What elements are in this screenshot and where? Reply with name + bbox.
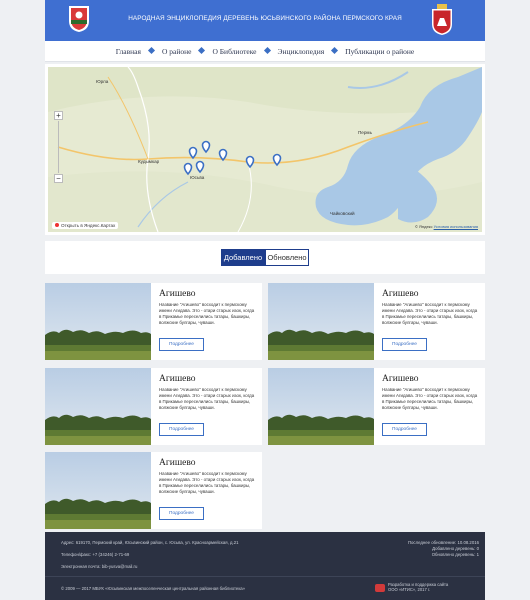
footer-divider xyxy=(45,576,485,577)
village-card: Агишево Название "Агишево" восходит к пер… xyxy=(268,283,485,360)
nav-separator-icon xyxy=(147,46,156,55)
open-in-yandex-maps-link[interactable]: Открыть в Яндекс.Картах xyxy=(52,222,119,229)
perm-krai-coat-of-arms-icon xyxy=(431,4,453,36)
tab-updated[interactable]: Обновлено xyxy=(265,249,309,266)
site-footer: Адрес: 619170, Пермский край, Юсьвинский… xyxy=(45,532,485,600)
nav-item-home[interactable]: Главная xyxy=(116,47,141,56)
village-card: Агишево Название "Агишево" восходит к пер… xyxy=(268,368,485,445)
open-link-label: Открыть в Яндекс.Картах xyxy=(61,223,116,228)
footer-email[interactable]: Электронная почта: bib-yusva@mail.ru xyxy=(61,564,137,569)
yandex-pin-icon xyxy=(55,223,59,227)
developer-line-2: ООО «ИТИС», 2017 г. xyxy=(388,587,431,592)
village-title: Агишево xyxy=(159,458,196,468)
village-description: Название "Агишево" восходит к пермскому … xyxy=(159,387,255,410)
map-label-north: Юрла xyxy=(96,79,109,84)
nav-item-publications[interactable]: Публикации о районе xyxy=(345,47,414,56)
footer-phone: Телефон/факс: +7 (34246) 2-71-69 xyxy=(61,552,130,557)
more-button[interactable]: Подробнее xyxy=(382,338,427,351)
more-button[interactable]: Подробнее xyxy=(159,507,204,520)
map-attribution: © Яндекс Условия использования xyxy=(415,224,478,229)
more-button[interactable]: Подробнее xyxy=(382,423,427,436)
nav-separator-icon xyxy=(331,46,339,55)
more-button[interactable]: Подробнее xyxy=(159,338,204,351)
zoom-out-button[interactable]: − xyxy=(54,174,63,183)
map-zoom-control: + − xyxy=(54,111,63,183)
map-label-southeast: Чайковский xyxy=(330,211,355,216)
tabs-card: Добавлено Обновлено xyxy=(45,241,485,274)
nav-item-encyclopedia[interactable]: Энциклопедия xyxy=(278,47,325,56)
footer-last-update: Последнее обновление: 10.08.2016 xyxy=(407,540,479,545)
footer-villages-updated: Обновлено деревень: 1 xyxy=(431,552,479,557)
map-label-east: Пермь xyxy=(358,130,372,135)
yandex-map[interactable]: Юрла Кудымкар Юсьва Пермь Чайковский + −… xyxy=(48,67,482,232)
map-canvas xyxy=(48,67,482,232)
village-card: Агишево Название "Агишево" восходит к пер… xyxy=(45,452,262,529)
village-photo[interactable] xyxy=(45,452,151,529)
map-copyright: © Яндекс xyxy=(414,224,433,229)
village-description: Название "Агишево" восходит к пермскому … xyxy=(382,387,478,410)
footer-address: Адрес: 619170, Пермский край, Юсьвинский… xyxy=(61,540,239,545)
site-header: НАРОДНАЯ ЭНЦИКЛОПЕДИЯ ДЕРЕВЕНЬ ЮСЬВИНСКО… xyxy=(45,0,485,41)
nav-item-about-district[interactable]: О районе xyxy=(162,47,191,56)
zoom-in-button[interactable]: + xyxy=(54,111,63,120)
village-photo[interactable] xyxy=(45,283,151,360)
footer-copyright: © 2009 — 2017 МБУК «Юсьвинская межпоселе… xyxy=(61,586,246,591)
developer-logo-icon[interactable] xyxy=(375,584,385,592)
nav-separator-icon xyxy=(263,46,271,55)
nav-separator-icon xyxy=(198,46,206,55)
site-title: НАРОДНАЯ ЭНЦИКЛОПЕДИЯ ДЕРЕВЕНЬ ЮСЬВИНСКО… xyxy=(128,15,402,22)
village-description: Название "Агишево" восходит к пермскому … xyxy=(159,302,255,325)
map-label-kudymkar: Кудымкар xyxy=(138,159,160,164)
map-terms-link[interactable]: Условия использования xyxy=(434,224,478,229)
zoom-slider[interactable] xyxy=(58,121,59,173)
village-description: Название "Агишево" восходит к пермскому … xyxy=(159,471,255,494)
village-title: Агишево xyxy=(382,374,419,384)
village-card: Агишево Название "Агишево" восходит к пер… xyxy=(45,368,262,445)
tab-added[interactable]: Добавлено xyxy=(221,249,265,266)
more-button[interactable]: Подробнее xyxy=(159,423,204,436)
developer-credit[interactable]: Разработка и поддержка сайта ООО «ИТИС»,… xyxy=(388,582,448,592)
main-navigation: Главная О районе О Библиотеке Энциклопедия П… xyxy=(45,41,485,62)
village-photo[interactable] xyxy=(268,283,374,360)
map-label-yusva: Юсьва xyxy=(190,175,205,180)
village-title: Агишево xyxy=(159,374,196,384)
footer-villages-added: Добавлено деревень: 0 xyxy=(432,546,479,551)
district-coat-of-arms-icon[interactable] xyxy=(68,5,90,33)
village-photo[interactable] xyxy=(268,368,374,445)
village-title: Агишево xyxy=(382,289,419,299)
village-card: Агишево Название "Агишево" восходит к пер… xyxy=(45,283,262,360)
village-description: Название "Агишево" восходит к пермскому … xyxy=(382,302,478,325)
map-card: Юрла Кудымкар Юсьва Пермь Чайковский + −… xyxy=(45,64,485,235)
nav-item-about-library[interactable]: О Библиотеке xyxy=(212,47,256,56)
village-photo[interactable] xyxy=(45,368,151,445)
village-title: Агишево xyxy=(159,289,196,299)
